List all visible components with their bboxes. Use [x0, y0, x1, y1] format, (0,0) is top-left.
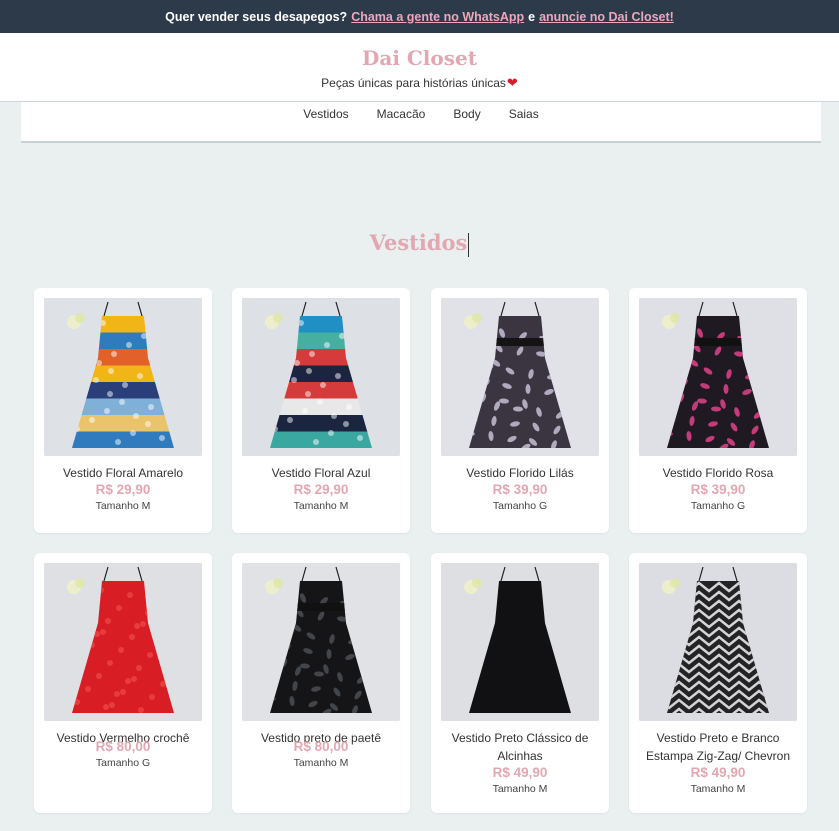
product-card[interactable]: Vestido Vermelho crochê R$ 80,00 Tamanho G — [34, 553, 212, 813]
product-size: Tamanho G — [690, 500, 746, 512]
product-price: R$ 39,90 — [690, 482, 746, 497]
nav-item-macacao[interactable]: Macacão — [377, 107, 426, 141]
product-size: Tamanho M — [293, 500, 349, 512]
product-size: Tamanho M — [293, 757, 349, 769]
product-name[interactable]: Vestido Floral Azul — [238, 464, 404, 482]
product-price: R$ 49,90 — [492, 765, 548, 780]
tagline: Peças únicas para histórias únicas ❤ — [0, 75, 839, 91]
announcement-joiner: e — [528, 9, 536, 24]
lilac-floral-dress-icon[interactable] — [441, 298, 599, 456]
product-size: Tamanho G — [492, 500, 548, 512]
product-name[interactable]: Vestido Preto Clássico de Alcinhas — [437, 729, 603, 765]
product-price: R$ 39,90 — [492, 482, 548, 497]
category-nav: Vestidos Macacão Body Saias — [21, 102, 821, 143]
product-name[interactable]: Vestido Floral Amarelo — [40, 464, 206, 482]
product-price: R$ 80,00 — [95, 739, 151, 754]
product-card[interactable]: Vestido Floral Amarelo R$ 29,90 Tamanho M — [34, 288, 212, 533]
product-size: Tamanho M — [492, 783, 548, 795]
product-name[interactable]: Vestido Florido Lilás — [437, 464, 603, 482]
product-name[interactable]: Vestido Preto e Branco Estampa Zig-Zag/ … — [635, 729, 801, 765]
product-card[interactable]: Vestido preto de paetê R$ 80,00 Tamanho M — [232, 553, 410, 813]
product-price: R$ 80,00 — [293, 739, 349, 754]
site-header: Dai Closet Peças únicas para histórias ú… — [0, 33, 839, 102]
nav-item-vestidos[interactable]: Vestidos — [303, 107, 348, 141]
product-card[interactable]: Vestido Floral Azul R$ 29,90 Tamanho M — [232, 288, 410, 533]
black-sequin-dress-icon[interactable] — [242, 563, 400, 721]
section-title: Vestidos — [0, 230, 839, 257]
product-name[interactable]: Vestido Florido Rosa — [635, 464, 801, 482]
product-price: R$ 49,90 — [690, 765, 746, 780]
product-size: Tamanho G — [95, 757, 151, 769]
whatsapp-link[interactable]: Chama a gente no WhatsApp — [351, 10, 524, 24]
product-card[interactable]: Vestido Florido Rosa R$ 39,90 Tamanho G — [629, 288, 807, 533]
yellow-floral-dress-icon[interactable] — [44, 298, 202, 456]
advertise-link[interactable]: anuncie no Dai Closet! — [539, 10, 674, 24]
black-strap-dress-icon[interactable] — [441, 563, 599, 721]
nav-item-body[interactable]: Body — [453, 107, 480, 141]
product-size: Tamanho M — [95, 500, 151, 512]
blue-floral-dress-icon[interactable] — [242, 298, 400, 456]
nav-item-saias[interactable]: Saias — [509, 107, 539, 141]
red-crochet-dress-icon[interactable] — [44, 563, 202, 721]
tagline-text: Peças únicas para histórias únicas — [321, 76, 506, 90]
section-title-text: Vestidos — [369, 230, 468, 255]
pink-floral-dress-icon[interactable] — [639, 298, 797, 456]
announcement-text: Quer vender seus desapegos? — [165, 9, 348, 24]
product-card[interactable]: Vestido Preto e Branco Estampa Zig-Zag/ … — [629, 553, 807, 813]
brand-logo[interactable]: Dai Closet — [0, 46, 839, 70]
product-card[interactable]: Vestido Florido Lilás R$ 39,90 Tamanho G — [431, 288, 609, 533]
product-price: R$ 29,90 — [293, 482, 349, 497]
product-size: Tamanho M — [690, 783, 746, 795]
product-card[interactable]: Vestido Preto Clássico de Alcinhas R$ 49,… — [431, 553, 609, 813]
announcement-bar: Quer vender seus desapegos? Chama a gent… — [0, 0, 839, 33]
heart-icon: ❤ — [506, 75, 518, 90]
product-price: R$ 29,90 — [95, 482, 151, 497]
text-cursor — [468, 232, 470, 257]
chevron-dress-icon[interactable] — [639, 563, 797, 721]
